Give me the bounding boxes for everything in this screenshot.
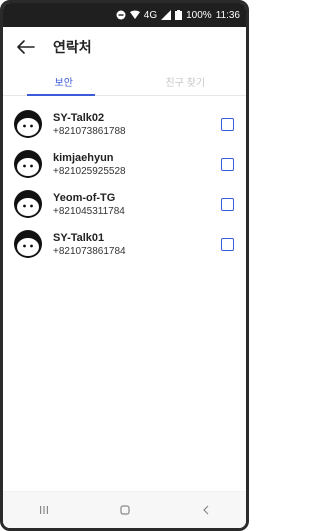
status-bar: 4G 100% 11:36	[3, 3, 246, 27]
contact-name: kimjaehyun	[53, 151, 114, 164]
contact-row[interactable]: Yeom-of-TG +821045311784	[3, 184, 246, 224]
contact-number: +821045311784	[53, 205, 125, 217]
app-header: 연락처	[3, 27, 246, 67]
battery-percent: 100%	[186, 9, 212, 21]
active-tab-indicator	[27, 94, 95, 96]
tab-find-friends[interactable]: 친구 찾기	[125, 67, 247, 95]
dnd-icon	[116, 10, 126, 20]
arrow-left-icon	[17, 40, 35, 54]
contact-name: Yeom-of-TG	[53, 191, 116, 204]
contact-row[interactable]: kimjaehyun +821025925528	[3, 144, 246, 184]
avatar-icon	[14, 110, 42, 138]
back-button[interactable]	[15, 36, 37, 58]
contact-name: SY-Talk01	[53, 231, 105, 244]
tab-security[interactable]: 보안	[3, 67, 125, 95]
contact-info: Yeom-of-TG +821045311784	[53, 191, 215, 218]
contact-row[interactable]: SY-Talk02 +821073861788	[3, 104, 246, 144]
contact-list: SY-Talk02 +821073861788 kimjaehyun +8210…	[3, 96, 246, 264]
system-nav-bar	[3, 491, 246, 528]
home-button[interactable]	[105, 496, 145, 524]
contact-checkbox[interactable]	[221, 197, 234, 211]
avatar-icon	[14, 150, 42, 178]
avatar-icon	[14, 190, 42, 218]
contact-info: SY-Talk01 +821073861784	[53, 231, 215, 258]
recent-apps-icon	[39, 506, 48, 514]
contact-number: +821025925528	[53, 165, 126, 177]
contact-checkbox[interactable]	[221, 157, 234, 171]
system-back-button[interactable]	[186, 496, 226, 524]
contact-number: +821073861784	[53, 245, 126, 257]
contact-checkbox[interactable]	[221, 117, 234, 131]
contact-info: SY-Talk02 +821073861788	[53, 111, 215, 138]
contact-number: +821073861788	[53, 125, 126, 137]
signal-icon	[161, 10, 172, 20]
contact-info: kimjaehyun +821025925528	[53, 151, 215, 178]
contact-name: SY-Talk02	[53, 111, 105, 124]
contact-checkbox[interactable]	[221, 237, 234, 251]
wifi-icon	[129, 10, 140, 20]
battery-icon	[175, 10, 183, 20]
back-chevron-icon	[202, 505, 208, 515]
network-type: 4G	[143, 9, 158, 21]
contact-row[interactable]: SY-Talk01 +821073861784	[3, 224, 246, 264]
avatar-icon	[14, 230, 42, 258]
page-title: 연락처	[53, 39, 92, 55]
tab-bar: 보안 친구 찾기	[3, 67, 246, 96]
phone-screen: 4G 100% 11:36 연락처 보안 친구 찾기 SY-Talk02 +82…	[0, 0, 249, 531]
home-icon	[119, 505, 130, 515]
recent-apps-button[interactable]	[24, 496, 64, 524]
clock: 11:36	[215, 9, 240, 21]
